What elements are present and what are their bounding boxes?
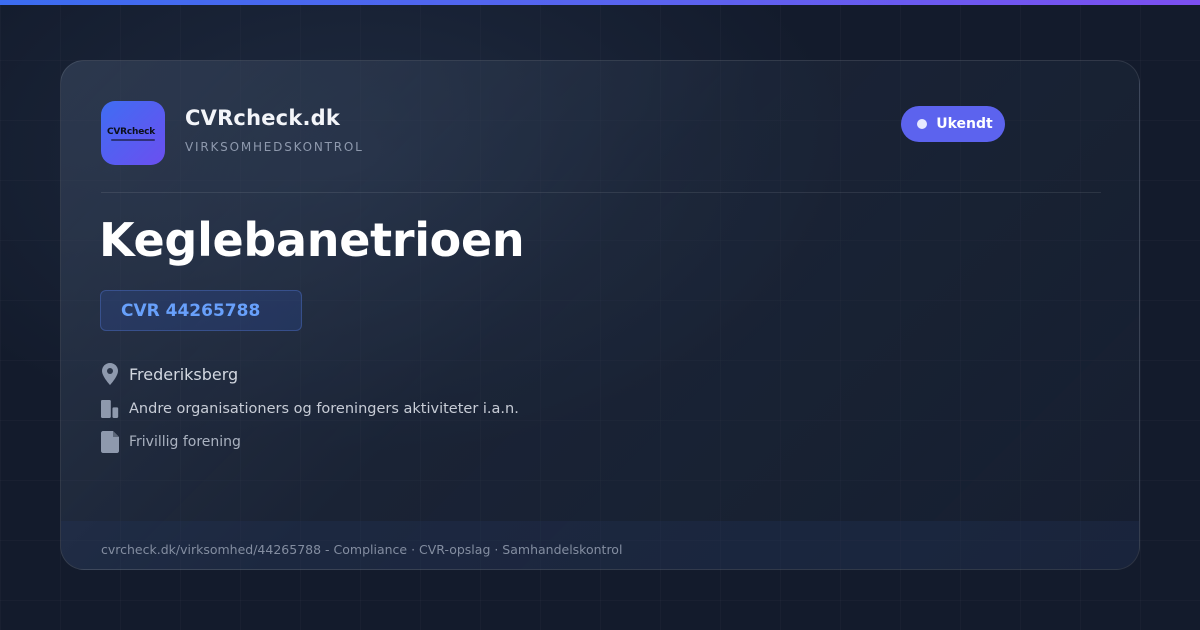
brand-logo: CVRcheck [101,101,165,165]
logo-mark: CVRcheck [107,127,159,141]
legal-form-text: Frivillig forening [129,434,241,450]
card-footer: cvrcheck.dk/virksomhed/44265788 - Compli… [61,521,1139,569]
company-card: CVRcheck CVRcheck.dk VIRKSOMHEDSKONTROL … [60,60,1140,570]
footer-text: cvrcheck.dk/virksomhed/44265788 - Compli… [101,542,623,557]
status-badge: Ukendt [901,106,1005,142]
cvr-number: CVR 44265788 [121,300,261,321]
industry-text: Andre organisationers og foreningers akt… [129,401,519,417]
cvr-badge: CVR 44265788 [100,290,302,331]
header-divider [101,192,1101,193]
logo-underline [111,139,155,141]
location-pin-icon [101,363,119,385]
status-label: Ukendt [936,116,993,132]
location-row: Frederiksberg [101,363,238,385]
document-icon [101,431,119,453]
building-icon [101,398,119,420]
logo-text: CVRcheck [107,127,156,137]
brand-name: CVRcheck.dk [185,106,341,130]
top-accent-bar [0,0,1200,5]
location-text: Frederiksberg [129,364,239,384]
company-name: Keglebanetrioen [99,213,525,267]
brand-tagline: VIRKSOMHEDSKONTROL [185,140,364,154]
legal-form-row: Frivillig forening [101,431,241,453]
status-dot-icon [917,119,928,129]
industry-row: Andre organisationers og foreningers akt… [101,398,519,420]
